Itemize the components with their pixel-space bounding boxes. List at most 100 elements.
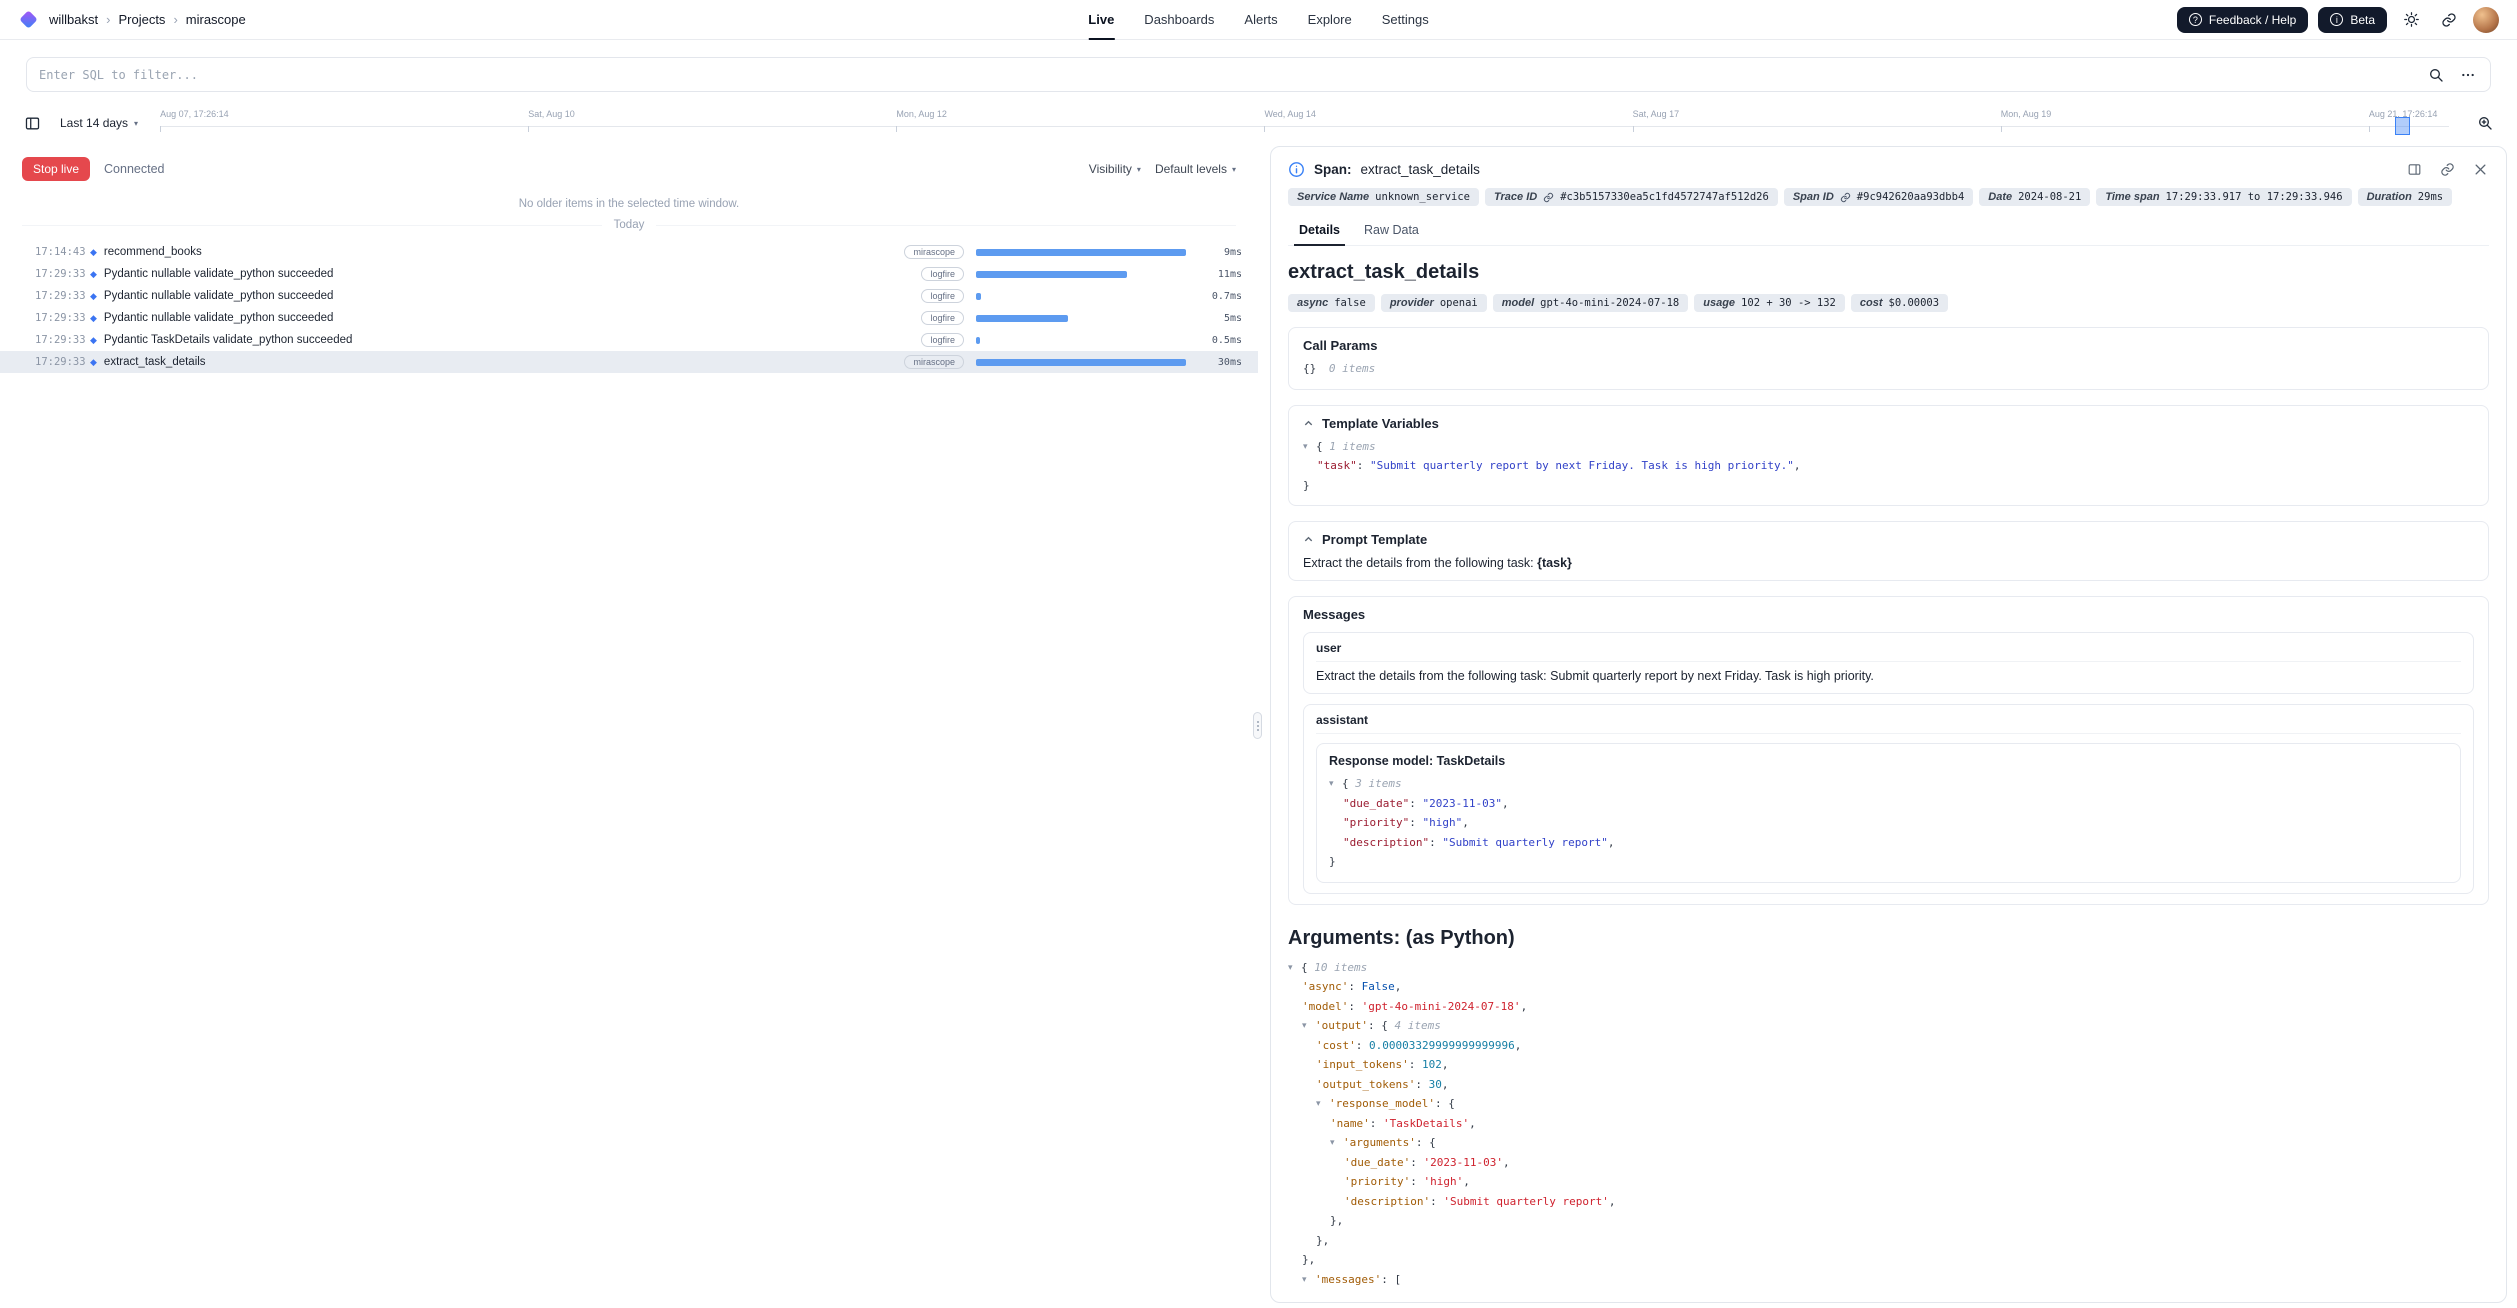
collapse-chevron-icon[interactable] (1303, 418, 1314, 429)
open-panel-button[interactable] (2405, 160, 2423, 178)
user-message: user Extract the details from the follow… (1303, 632, 2474, 694)
trace-row[interactable]: 17:29:33◆Pydantic nullable validate_pyth… (0, 307, 1258, 329)
feedback-help-button[interactable]: ? Feedback / Help (2177, 7, 2308, 33)
code-line: ▾{ 10 items (1288, 958, 2489, 978)
expand-caret-icon[interactable]: ▾ (1329, 774, 1342, 794)
trace-row[interactable]: 17:29:33◆Pydantic nullable validate_pyth… (0, 263, 1258, 285)
expand-caret-icon[interactable]: ▾ (1302, 1016, 1315, 1036)
expand-caret-icon[interactable]: ▾ (1303, 437, 1316, 457)
assistant-response-tree: ▾{ 3 items"due_date": "2023-11-03","prio… (1329, 774, 2448, 872)
levels-dropdown[interactable]: Default levels ▾ (1155, 162, 1236, 176)
timeline-tick-label: Mon, Aug 12 (896, 109, 947, 119)
logfire-logo-icon[interactable] (19, 10, 37, 28)
call-params-title: Call Params (1303, 338, 2474, 353)
empty-notice: No older items in the selected time wind… (0, 198, 1258, 210)
expand-caret-icon[interactable]: ▾ (1330, 1133, 1343, 1153)
call-params-section: Call Params {} 0 items (1288, 327, 2489, 390)
theme-toggle-button[interactable] (2397, 6, 2425, 34)
badge-value: $0.00003 (1889, 297, 1940, 309)
code-line: 'name': 'TaskDetails', (1288, 1114, 2489, 1134)
filter-menu-button[interactable] (2458, 65, 2478, 85)
badge-value: gpt-4o-mini-2024-07-18 (1540, 297, 1679, 309)
nav-tab-explore[interactable]: Explore (1308, 0, 1352, 40)
copy-link-button[interactable] (2438, 160, 2456, 178)
collapse-chevron-icon[interactable] (1303, 534, 1314, 545)
trace-row[interactable]: 17:29:33◆Pydantic TaskDetails validate_p… (0, 329, 1258, 351)
span-diamond-icon: ◆ (90, 248, 97, 257)
span-diamond-icon: ◆ (90, 358, 97, 367)
nav-tab-dashboards[interactable]: Dashboards (1144, 0, 1214, 40)
row-time: 17:29:33 (0, 312, 90, 324)
nav-tab-live[interactable]: Live (1088, 0, 1114, 40)
code-line: 'output_tokens': 30, (1288, 1075, 2489, 1095)
span-label: Span: (1314, 162, 1352, 177)
share-link-button[interactable] (2435, 6, 2463, 34)
trace-row[interactable]: 17:29:33◆extract_task_detailsmirascope30… (0, 351, 1258, 373)
stop-live-button[interactable]: Stop live (22, 157, 90, 181)
row-duration: 0.5ms (1186, 335, 1258, 346)
timeline-bar: Last 14 days ▾ Aug 07, 17:26:14Sat, Aug … (18, 101, 2499, 145)
link-icon (2441, 12, 2457, 28)
attr-usage-badge: usage102 + 30 -> 132 (1694, 294, 1845, 312)
code-line: } (1303, 476, 2474, 496)
row-time: 17:29:33 (0, 268, 90, 280)
sql-filter-input[interactable] (39, 68, 2414, 82)
trace-row[interactable]: 17:29:33◆Pydantic nullable validate_pyth… (0, 285, 1258, 307)
breadcrumb-projects[interactable]: Projects (118, 12, 165, 27)
nav-right: ? Feedback / Help i Beta (2177, 6, 2499, 34)
breadcrumb-project[interactable]: mirascope (186, 12, 246, 27)
badge-value: 29ms (2418, 191, 2443, 203)
close-panel-button[interactable] (2471, 160, 2489, 178)
meta-date-badge: Date2024-08-21 (1979, 188, 2090, 206)
row-time: 17:14:43 (0, 246, 90, 258)
panel-icon (2407, 162, 2422, 177)
caret-down-icon: ▾ (1137, 165, 1141, 174)
live-trace-panel: Stop live Connected Visibility ▾ Default… (0, 146, 1258, 1308)
timeline-tick-label: Sat, Aug 10 (528, 109, 575, 119)
badge-label: provider (1390, 297, 1434, 309)
time-range-dropdown[interactable]: Last 14 days ▾ (60, 116, 138, 130)
span-detail-header: Span: extract_task_details (1288, 160, 2489, 178)
nav-tab-settings[interactable]: Settings (1382, 0, 1429, 40)
beta-button[interactable]: i Beta (2318, 7, 2387, 33)
meta-trace-id-badge[interactable]: Trace ID#c3b5157330ea5c1fd4572747af512d2… (1485, 188, 1778, 206)
code-line: 'model': 'gpt-4o-mini-2024-07-18', (1288, 997, 2489, 1017)
row-duration: 30ms (1186, 357, 1258, 368)
detail-tabs: Details Raw Data (1288, 218, 2489, 246)
sidebar-toggle-button[interactable] (18, 109, 46, 137)
caret-down-icon: ▾ (134, 119, 138, 128)
timeline-strip[interactable]: Aug 07, 17:26:14Sat, Aug 10Mon, Aug 12We… (160, 101, 2449, 145)
attr-provider-badge: provideropenai (1381, 294, 1487, 312)
timeline-tick-label: Wed, Aug 14 (1264, 109, 1315, 119)
expand-caret-icon[interactable]: ▾ (1302, 1270, 1315, 1290)
timeline-tick (896, 126, 897, 132)
badge-label: Duration (2367, 191, 2412, 203)
timeline-axis (160, 126, 2449, 127)
nav-tab-alerts[interactable]: Alerts (1244, 0, 1277, 40)
breadcrumb-org[interactable]: willbakst (49, 12, 98, 27)
panel-splitter-handle[interactable] (1253, 712, 1262, 739)
code-line: }, (1288, 1250, 2489, 1270)
prompt-template-content: Extract the details from the following t… (1303, 556, 2474, 570)
timeline-selection[interactable] (2395, 117, 2410, 135)
code-line: "priority": "high", (1329, 813, 2448, 833)
trace-row[interactable]: 17:14:43◆recommend_booksmirascope9ms (0, 241, 1258, 263)
info-circle-icon: i (2330, 13, 2343, 26)
avatar[interactable] (2473, 7, 2499, 33)
row-tag: logfire (921, 267, 964, 281)
expand-caret-icon[interactable]: ▾ (1288, 958, 1301, 978)
zoom-in-icon (2477, 115, 2493, 131)
code-line: 'description': 'Submit quarterly report'… (1288, 1192, 2489, 1212)
row-duration: 0.7ms (1186, 291, 1258, 302)
meta-span-id-badge[interactable]: Span ID#9c942620aa93dbb4 (1784, 188, 1973, 206)
expand-caret-icon[interactable]: ▾ (1316, 1094, 1329, 1114)
visibility-dropdown[interactable]: Visibility ▾ (1089, 162, 1141, 176)
timeline-zoom-button[interactable] (2471, 109, 2499, 137)
tab-raw-data[interactable]: Raw Data (1353, 218, 1430, 245)
search-button[interactable] (2426, 65, 2446, 85)
span-diamond-icon: ◆ (90, 292, 97, 301)
attr-pills: asyncfalseprovideropenaimodelgpt-4o-mini… (1288, 294, 2489, 312)
span-diamond-icon: ◆ (90, 336, 97, 345)
arguments-tree: ▾{ 10 items'async': False,'model': 'gpt-… (1288, 958, 2489, 1290)
tab-details[interactable]: Details (1288, 218, 1351, 245)
